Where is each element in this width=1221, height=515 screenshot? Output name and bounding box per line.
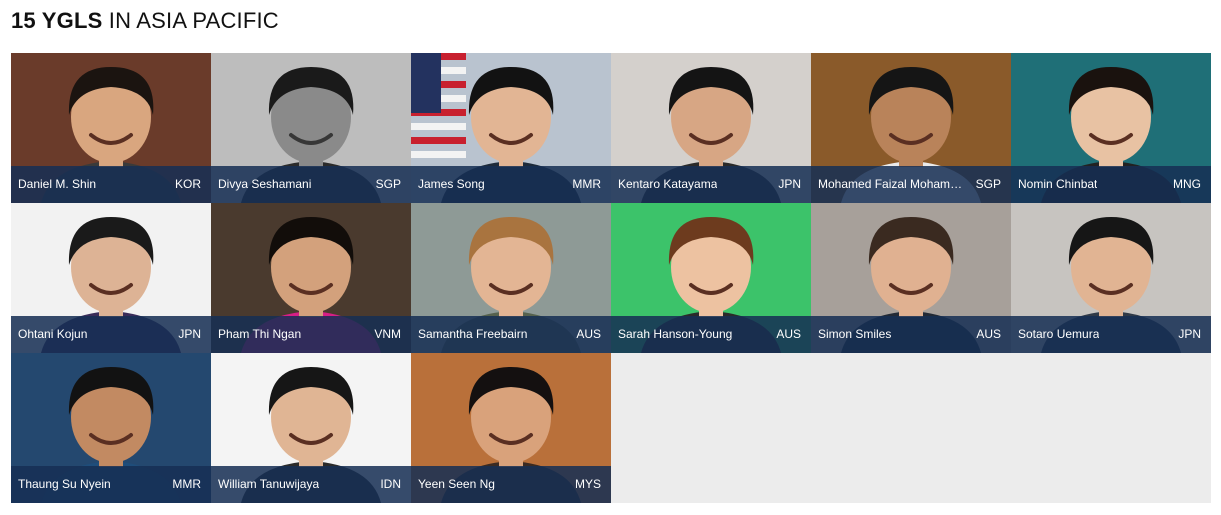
person-card[interactable]: William Tanuwijaya IDN — [211, 353, 411, 503]
person-country: IDN — [380, 477, 401, 491]
person-caption: Thaung Su Nyein MMR — [11, 466, 211, 503]
person-name: Ohtani Kojun — [18, 327, 88, 341]
person-country: SGP — [375, 177, 401, 191]
person-caption: Sotaro Uemura JPN — [1011, 316, 1211, 353]
person-country: MMR — [572, 177, 601, 191]
person-caption: Simon Smiles AUS — [811, 316, 1011, 353]
person-name: Pham Thi Ngan — [218, 327, 302, 341]
person-name: Daniel M. Shin — [18, 177, 97, 191]
person-caption: James Song MMR — [411, 166, 611, 203]
person-name: Yeen Seen Ng — [418, 477, 495, 491]
person-card[interactable]: Thaung Su Nyein MMR — [11, 353, 211, 503]
person-card[interactable]: Sotaro Uemura JPN — [1011, 203, 1211, 353]
person-card[interactable]: Divya Seshamani SGP — [211, 53, 411, 203]
person-country: JPN — [178, 327, 201, 341]
person-name: Sarah Hanson-Young — [618, 327, 733, 341]
person-country: MMR — [172, 477, 201, 491]
person-card[interactable]: Sarah Hanson-Young AUS — [611, 203, 811, 353]
person-country: MYS — [574, 477, 601, 491]
person-country: MNG — [1173, 177, 1201, 191]
person-card[interactable]: Pham Thi Ngan VNM — [211, 203, 411, 353]
person-country: JPN — [1178, 327, 1201, 341]
ygl-grid: Daniel M. Shin KOR Divya Seshamani SGP James… — [11, 53, 1211, 503]
person-card[interactable]: Simon Smiles AUS — [811, 203, 1011, 353]
person-name: Divya Seshamani — [218, 177, 312, 191]
person-caption: Samantha Freebairn AUS — [411, 316, 611, 353]
person-caption: Mohamed Faizal Mohamed Abdul Kadir SGP — [811, 166, 1011, 203]
person-card[interactable]: James Song MMR — [411, 53, 611, 203]
person-country: KOR — [174, 177, 201, 191]
person-name: Thaung Su Nyein — [18, 477, 111, 491]
person-caption: Divya Seshamani SGP — [211, 166, 411, 203]
page-title: 15 YGLS IN ASIA PACIFIC — [11, 7, 279, 35]
person-caption: William Tanuwijaya IDN — [211, 466, 411, 503]
person-name: William Tanuwijaya — [218, 477, 320, 491]
person-card[interactable]: Mohamed Faizal Mohamed Abdul Kadir SGP — [811, 53, 1011, 203]
person-name: Nomin Chinbat — [1018, 177, 1098, 191]
person-card[interactable]: Nomin Chinbat MNG — [1011, 53, 1211, 203]
person-name: Kentaro Katayama — [618, 177, 718, 191]
person-country: JPN — [778, 177, 801, 191]
ygl-count: 15 YGLS — [11, 8, 103, 33]
person-name: Sotaro Uemura — [1018, 327, 1100, 341]
person-name: Mohamed Faizal Mohamed Abdul Kadir — [818, 177, 968, 191]
person-caption: Yeen Seen Ng MYS — [411, 466, 611, 503]
region-label: IN ASIA PACIFIC — [108, 8, 279, 33]
person-caption: Ohtani Kojun JPN — [11, 316, 211, 353]
person-country: SGP — [975, 177, 1001, 191]
person-country: AUS — [576, 327, 601, 341]
person-country: VNM — [374, 327, 401, 341]
person-caption: Nomin Chinbat MNG — [1011, 166, 1211, 203]
person-name: Simon Smiles — [818, 327, 892, 341]
person-name: Samantha Freebairn — [418, 327, 528, 341]
person-country: AUS — [976, 327, 1001, 341]
person-card[interactable]: Daniel M. Shin KOR — [11, 53, 211, 203]
person-name: James Song — [418, 177, 485, 191]
person-caption: Sarah Hanson-Young AUS — [611, 316, 811, 353]
person-caption: Kentaro Katayama JPN — [611, 166, 811, 203]
person-card[interactable]: Samantha Freebairn AUS — [411, 203, 611, 353]
person-caption: Daniel M. Shin KOR — [11, 166, 211, 203]
person-caption: Pham Thi Ngan VNM — [211, 316, 411, 353]
person-country: AUS — [776, 327, 801, 341]
person-card[interactable]: Yeen Seen Ng MYS — [411, 353, 611, 503]
person-card[interactable]: Kentaro Katayama JPN — [611, 53, 811, 203]
person-card[interactable]: Ohtani Kojun JPN — [11, 203, 211, 353]
